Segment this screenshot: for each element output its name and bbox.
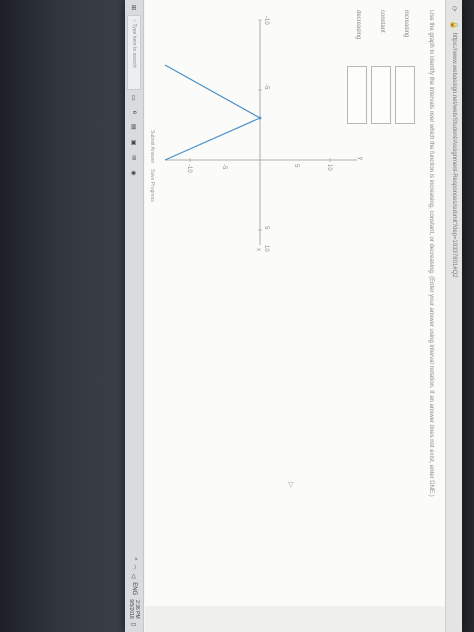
laptop-screen: ⟳ 🔒 https://www.webassign.net/web/Studen… (125, 0, 462, 632)
notification-icon[interactable]: ▯ (131, 623, 138, 626)
y-tick-label: 10 (326, 164, 332, 171)
clock-date: 9/5/2018 (128, 599, 134, 619)
language-indicator[interactable]: ENG (131, 582, 137, 595)
task-view-icon[interactable]: ▭ (131, 95, 138, 101)
url-text[interactable]: https://www.webassign.net/web/Student/As… (451, 33, 457, 278)
mouse-cursor-icon: ▷ (287, 482, 294, 488)
question-text: Use the graph to identify the intervals … (428, 10, 434, 497)
label-increasing: increasing (403, 10, 409, 38)
save-progress-button[interactable]: Save Progress (149, 169, 155, 202)
screen-frame (462, 0, 474, 632)
windows-start-icon[interactable]: ⊞ (131, 5, 138, 10)
store-icon[interactable]: ▣ (131, 140, 138, 146)
assignment-page: Use the graph to identify the intervals … (145, 0, 445, 606)
vertex-point (258, 116, 262, 120)
browser-address-bar[interactable]: ⟳ 🔒 https://www.webassign.net/web/Studen… (445, 0, 462, 632)
page-scrollbar[interactable] (145, 606, 445, 632)
constant-input[interactable] (371, 66, 391, 124)
display-content: ⟳ 🔒 https://www.webassign.net/web/Studen… (125, 0, 462, 632)
search-placeholder: Type here to search (131, 23, 137, 68)
edge-icon[interactable]: e (131, 111, 137, 114)
submit-button[interactable]: Submit Answer (149, 130, 155, 163)
x-tick-label: 5 (263, 226, 269, 230)
folder-icon[interactable]: ▤ (131, 124, 138, 130)
taskbar-clock[interactable]: 2:36 PM 9/5/2018 (128, 599, 140, 618)
function-graph: -10 -5 5 10 10 5 -5 -10 x y (164, 16, 363, 252)
mail-icon[interactable]: ✉ (131, 155, 138, 160)
wifi-icon[interactable]: ◠ (131, 564, 138, 569)
x-tick-label: -5 (263, 84, 269, 90)
y-tick-label: 5 (293, 164, 299, 168)
chrome-icon[interactable]: ◉ (131, 170, 138, 175)
taskbar-search[interactable]: ○ Type here to search (127, 15, 141, 91)
windows-taskbar: ⊞ ○ Type here to search ▭ e ▤ ▣ ✉ ◉ ^ ◠ … (125, 0, 144, 632)
clock-time: 2:36 PM (134, 600, 140, 619)
y-tick-label: -10 (186, 164, 192, 173)
y-axis-label: y (357, 157, 363, 160)
increasing-input[interactable] (395, 66, 415, 124)
x-tick-label: -10 (263, 16, 269, 25)
label-constant: constant (379, 10, 385, 33)
volume-icon[interactable]: ◁ (131, 574, 138, 579)
x-axis-label: x (255, 248, 261, 251)
x-tick-label: 10 (263, 245, 269, 252)
y-tick-label: -5 (221, 164, 227, 170)
reload-icon[interactable]: ⟳ (450, 6, 458, 12)
function-line (164, 64, 262, 161)
search-icon: ○ (131, 19, 137, 23)
lock-icon: 🔒 (450, 20, 457, 30)
system-tray: ^ ◠ ◁ ENG 2:36 PM 9/5/2018 ▯ (128, 558, 140, 632)
submit-area: Submit Answer Save Progress (149, 130, 155, 202)
chevron-up-icon[interactable]: ^ (131, 558, 137, 561)
